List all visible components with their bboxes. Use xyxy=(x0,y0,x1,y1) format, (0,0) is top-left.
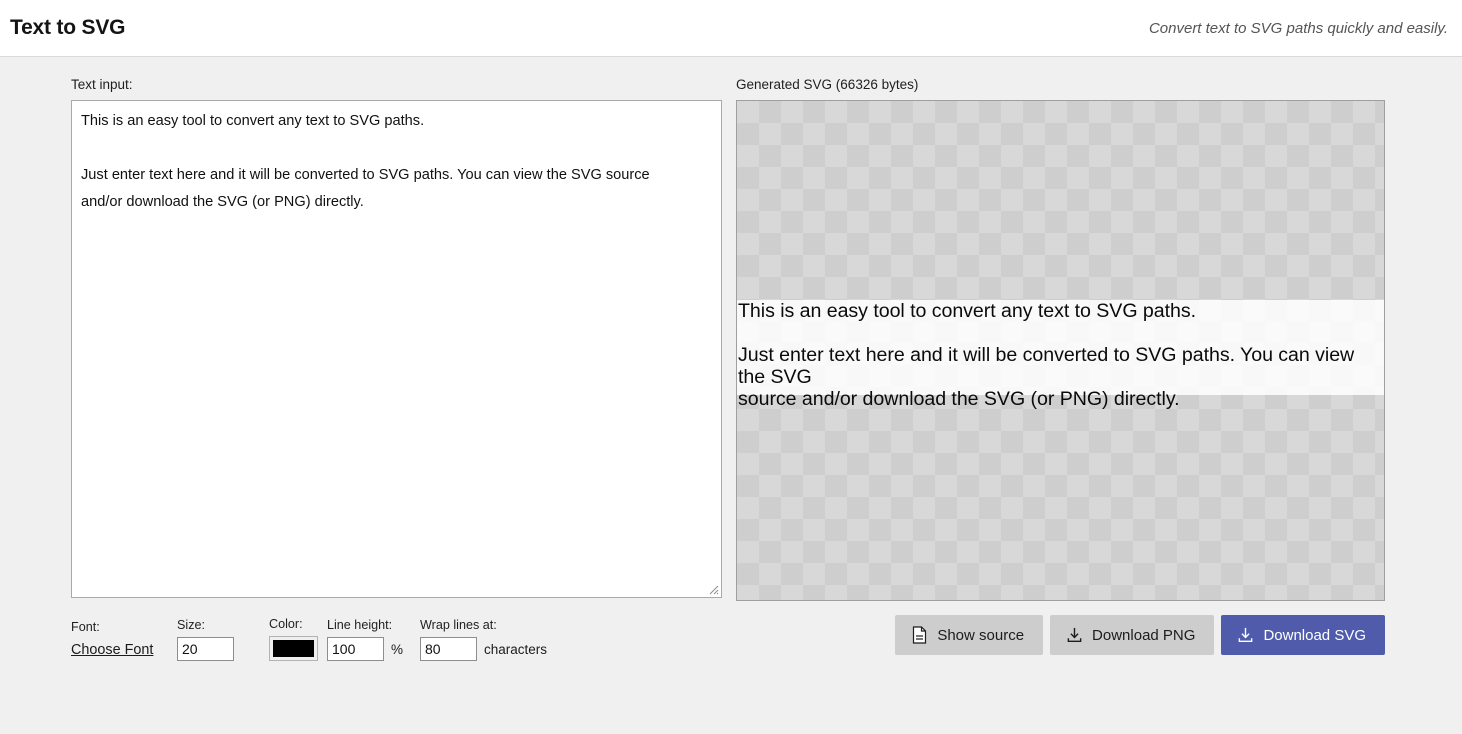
svg-preview-text: This is an easy tool to convert any text… xyxy=(738,300,1355,410)
download-icon xyxy=(1066,626,1083,644)
line-height-control: Line height: % xyxy=(327,618,420,661)
download-icon xyxy=(1237,626,1254,644)
page-title: Text to SVG xyxy=(10,16,126,39)
app-header: Text to SVG Convert text to SVG paths qu… xyxy=(0,0,1462,57)
size-label: Size: xyxy=(177,618,205,632)
text-input[interactable] xyxy=(71,100,722,598)
wrap-width-input[interactable] xyxy=(420,637,477,661)
text-input-column: Text input: Font: Choose Font Size: xyxy=(71,77,722,661)
action-buttons: Show source Download PNG Download SVG xyxy=(736,615,1385,655)
download-png-label: Download PNG xyxy=(1092,626,1196,644)
show-source-button[interactable]: Show source xyxy=(895,615,1044,655)
generated-svg-label: Generated SVG (66326 bytes) xyxy=(736,77,919,92)
font-control: Font: Choose Font xyxy=(71,620,177,661)
page-tagline: Convert text to SVG paths quickly and ea… xyxy=(1148,19,1448,37)
text-input-label: Text input: xyxy=(71,77,133,92)
choose-font-link[interactable]: Choose Font xyxy=(71,639,153,661)
color-control: Color: xyxy=(269,617,327,661)
font-size-input[interactable] xyxy=(177,637,234,661)
preview-column: Generated SVG (66326 bytes) This is an e… xyxy=(736,77,1385,655)
font-label: Font: xyxy=(71,620,100,634)
controls-row: Font: Choose Font Size: Color: xyxy=(71,617,722,661)
line-height-input[interactable] xyxy=(327,637,384,661)
line-height-label: Line height: xyxy=(327,618,393,632)
show-source-label: Show source xyxy=(937,626,1025,644)
size-control: Size: xyxy=(177,618,269,661)
wrap-unit: characters xyxy=(484,641,548,657)
download-svg-label: Download SVG xyxy=(1263,626,1366,644)
color-picker[interactable] xyxy=(269,636,318,661)
download-svg-button[interactable]: Download SVG xyxy=(1221,615,1385,655)
wrap-label: Wrap lines at: xyxy=(420,618,497,632)
textarea-wrapper xyxy=(71,100,722,598)
color-swatch xyxy=(273,640,314,657)
color-label: Color: xyxy=(269,617,303,631)
main-content: Text input: Font: Choose Font Size: xyxy=(0,57,1462,734)
document-icon xyxy=(911,626,928,644)
wrap-control: Wrap lines at: characters xyxy=(420,618,620,661)
svg-preview-panel: This is an easy tool to convert any text… xyxy=(736,100,1385,601)
download-png-button[interactable]: Download PNG xyxy=(1050,615,1215,655)
line-height-unit: % xyxy=(391,641,404,657)
